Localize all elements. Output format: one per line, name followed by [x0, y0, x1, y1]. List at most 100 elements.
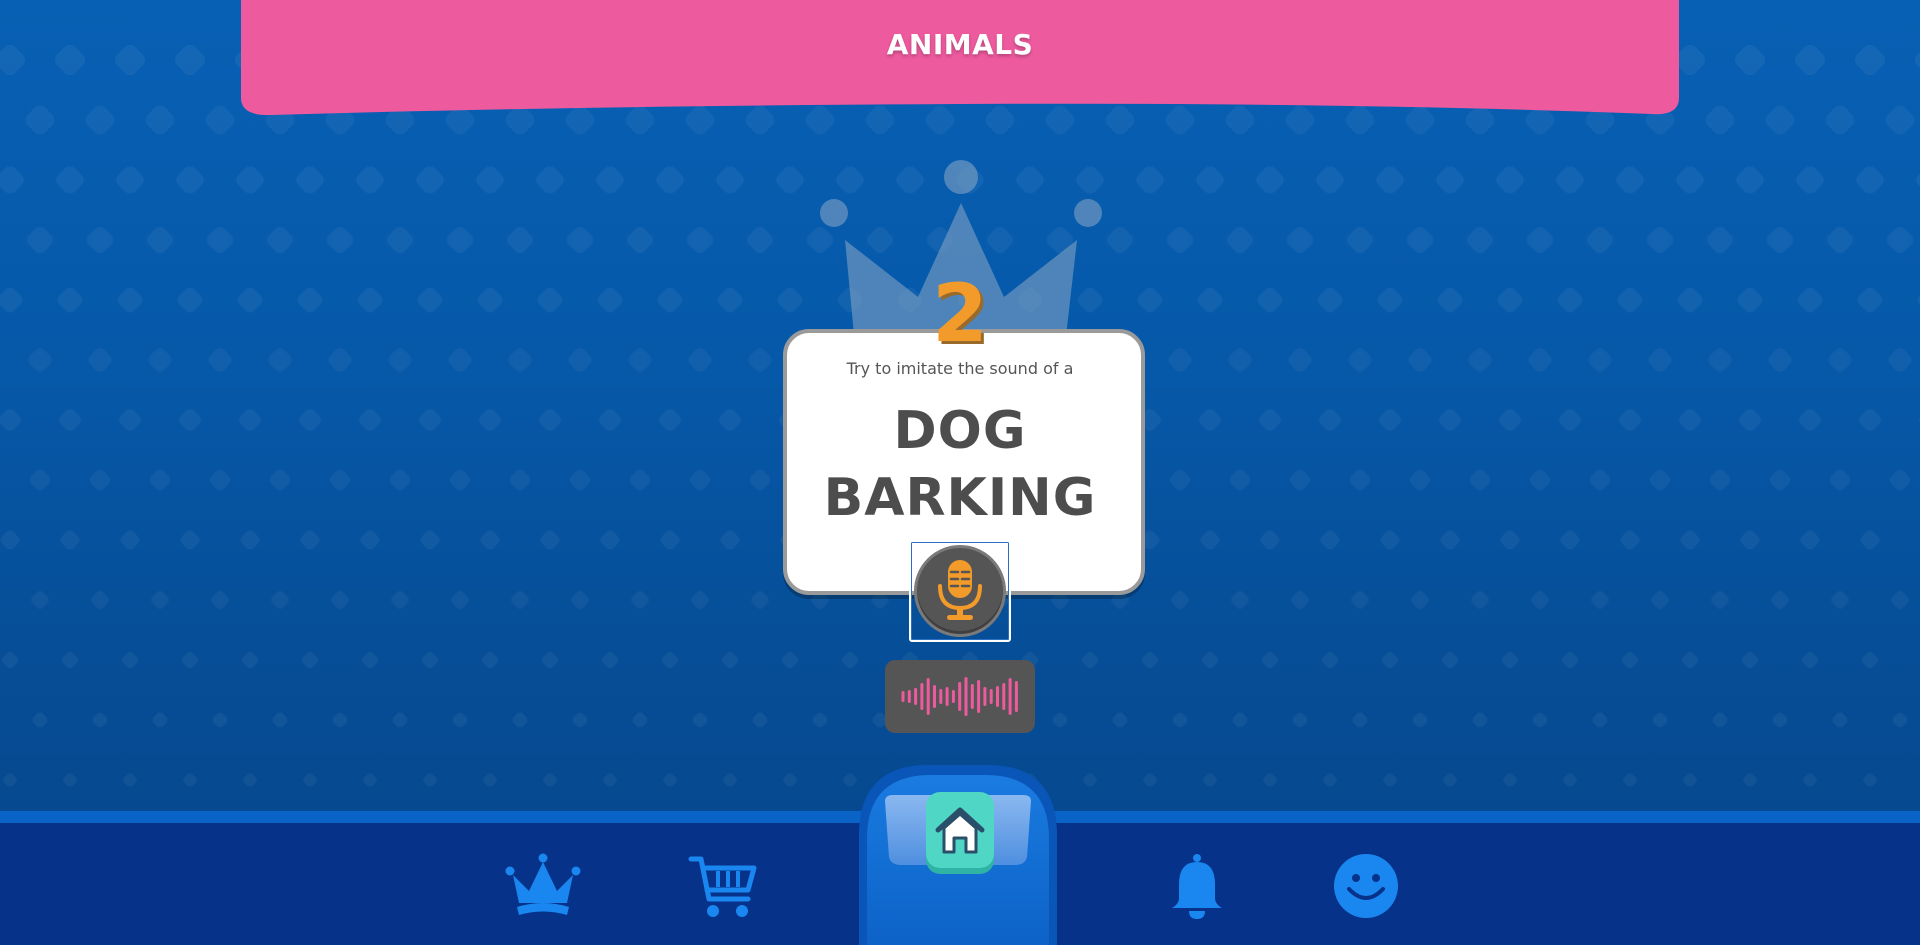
- background-diamond: [57, 287, 83, 313]
- background-diamond: [812, 712, 828, 728]
- background-diamond: [1532, 712, 1548, 728]
- background-diamond: [28, 348, 52, 372]
- background-diamond: [1323, 773, 1337, 787]
- background-diamond: [177, 287, 203, 313]
- background-diamond: [148, 348, 172, 372]
- challenge-prompt: Try to imitate the sound of a: [846, 359, 1074, 378]
- background-diamond: [1771, 591, 1789, 609]
- background-diamond: [752, 712, 768, 728]
- background-diamond: [566, 226, 594, 254]
- background-diamond: [419, 409, 441, 431]
- background-diamond: [63, 773, 77, 787]
- background-diamond: [363, 773, 377, 787]
- background-diamond: [1226, 226, 1254, 254]
- background-diamond: [1383, 773, 1397, 787]
- background-diamond: [417, 287, 443, 313]
- background-diamond: [1561, 651, 1579, 669]
- background-diamond: [1317, 287, 1343, 313]
- background-diamond: [1231, 591, 1249, 609]
- background-diamond: [572, 712, 588, 728]
- background-diamond: [332, 712, 348, 728]
- background-diamond: [663, 773, 677, 787]
- background-diamond: [1563, 773, 1577, 787]
- background-diamond: [237, 287, 263, 313]
- background-diamond: [1683, 773, 1697, 787]
- background-diamond: [1320, 530, 1340, 550]
- background-diamond: [1769, 469, 1791, 491]
- background-diamond: [212, 712, 228, 728]
- background-diamond: [511, 591, 529, 609]
- background-diamond: [1676, 166, 1704, 194]
- background-diamond: [686, 226, 714, 254]
- background-diamond: [1319, 409, 1341, 431]
- background-diamond: [749, 469, 771, 491]
- background-diamond: [1351, 591, 1369, 609]
- home-icon[interactable]: [924, 792, 996, 876]
- background-diamond: [1681, 651, 1699, 669]
- background-diamond: [1381, 651, 1399, 669]
- background-diamond: [1797, 287, 1823, 313]
- background-diamond: [243, 773, 257, 787]
- background-diamond: [272, 712, 288, 728]
- background-diamond: [26, 226, 54, 254]
- background-diamond: [1828, 348, 1852, 372]
- background-diamond: [783, 773, 797, 787]
- background-diamond: [1736, 166, 1764, 194]
- background-diamond: [1501, 651, 1519, 669]
- background-diamond: [1380, 530, 1400, 550]
- background-diamond: [1709, 469, 1731, 491]
- bell-icon[interactable]: [1169, 854, 1225, 920]
- background-diamond: [240, 530, 260, 550]
- background-diamond: [657, 287, 683, 313]
- background-diamond: [360, 530, 380, 550]
- background-diamond: [1891, 591, 1909, 609]
- background-diamond: [239, 409, 261, 431]
- background-diamond: [1832, 712, 1848, 728]
- background-diamond: [1825, 105, 1855, 135]
- background-diamond: [1712, 712, 1728, 728]
- background-diamond: [776, 166, 804, 194]
- smiley-icon[interactable]: [1333, 853, 1399, 919]
- background-diamond: [174, 44, 206, 76]
- background-diamond: [31, 591, 49, 609]
- round-number: 2: [932, 267, 988, 360]
- background-diamond: [299, 409, 321, 431]
- background-diamond: [121, 651, 139, 669]
- background-diamond: [1286, 226, 1314, 254]
- background-diamond: [54, 44, 86, 76]
- background-diamond: [1617, 287, 1643, 313]
- background-diamond: [1172, 712, 1188, 728]
- background-diamond: [1706, 226, 1734, 254]
- crown-icon[interactable]: [505, 853, 581, 917]
- background-diamond: [3, 773, 17, 787]
- background-diamond: [1, 651, 19, 669]
- background-diamond: [1171, 591, 1189, 609]
- background-diamond: [1437, 287, 1463, 313]
- background-diamond: [205, 105, 235, 135]
- background-diamond: [543, 773, 557, 787]
- background-diamond: [569, 469, 591, 491]
- background-diamond: [1348, 348, 1372, 372]
- background-diamond: [1861, 651, 1879, 669]
- background-diamond: [1768, 348, 1792, 372]
- background-diamond: [392, 712, 408, 728]
- background-diamond: [603, 773, 617, 787]
- background-diamond: [388, 348, 412, 372]
- cart-icon[interactable]: [688, 854, 758, 920]
- background-diamond: [85, 105, 115, 135]
- background-diamond: [536, 166, 564, 194]
- background-diamond: [1499, 409, 1521, 431]
- background-diamond: [540, 530, 560, 550]
- background-diamond: [181, 651, 199, 669]
- background-diamond: [206, 226, 234, 254]
- background-diamond: [1765, 105, 1795, 135]
- background-diamond: [236, 166, 264, 194]
- background-diamond: [719, 409, 741, 431]
- background-diamond: [1531, 591, 1549, 609]
- background-diamond: [1651, 591, 1669, 609]
- background-diamond: [1200, 530, 1220, 550]
- background-diamond: [1854, 44, 1886, 76]
- background-diamond: [1196, 166, 1224, 194]
- background-diamond: [631, 591, 649, 609]
- background-diamond: [1826, 226, 1854, 254]
